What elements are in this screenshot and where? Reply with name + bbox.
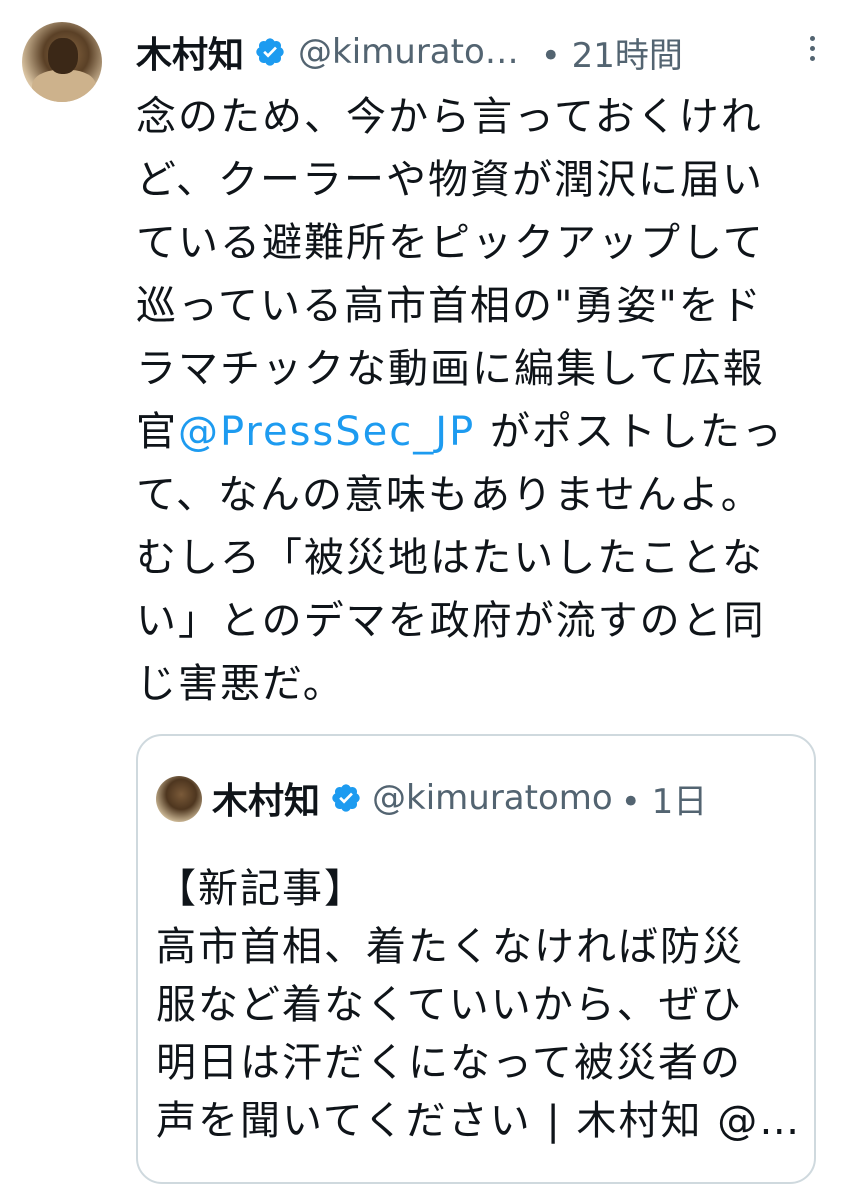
tweet-line-suffix: がポストしたっ [475,409,784,455]
tweet-line-prefix: 官 [136,409,178,455]
tweet-timestamp[interactable]: • 21時間 [541,28,683,77]
quoted-author-avatar[interactable] [156,776,202,822]
quoted-line: 【新記事】 [156,866,366,912]
tweet-line: て、なんの意味もありませんよ。 [136,472,763,518]
verified-badge-icon [256,38,284,66]
tweet-header: 木村知 @kimurato… • 21時間 [136,22,822,82]
quoted-timestamp[interactable]: • 1日 [621,774,708,823]
quoted-tweet-card[interactable]: 木村知 @kimuratomo • 1日 【新記事】 高市首相、着たくなければ防… [136,734,816,1184]
tweet-line: ラマチックな動画に編集して広報 [136,346,765,392]
tweet-line: い」とのデマを政府が流すのと同 [136,598,766,644]
quoted-tweet-body: 【新記事】 高市首相、着たくなければ防災 服など着なくていいから、ぜひ 明日は汗… [156,860,806,1150]
quoted-author-name[interactable]: 木村知 [212,772,320,824]
tweet-line: 念のため、今から言っておくけれ [136,94,763,140]
tweet-line: むしろ「被災地はたいしたことな [136,535,764,581]
quoted-line: 明日は汗だくになって被災者の [156,1040,742,1086]
tweet-body: 念のため、今から言っておくけれ ど、クーラーや物資が潤沢に届い ている避難所をピ… [136,86,826,716]
tweet-line: 巡っている高市首相の"勇姿"をド [136,283,763,329]
quoted-author-handle[interactable]: @kimuratomo [372,778,613,818]
author-handle[interactable]: @kimurato… [298,32,519,72]
tweet-line-with-mention: 官@PressSec_JP がポストしたっ [136,401,826,464]
quoted-tweet-header: 木村知 @kimuratomo • 1日 [212,768,796,828]
author-avatar[interactable] [22,22,102,102]
quoted-line: 声を聞いてください | 木村知 @… [156,1098,802,1144]
quoted-line: 高市首相、着たくなければ防災 [156,924,744,970]
tweet-line: ている避難所をピックアップして [136,220,765,266]
verified-badge-icon [332,784,360,812]
tweet-line: じ害悪だ。 [136,661,345,707]
mention-link[interactable]: @PressSec_JP [178,409,475,455]
author-name[interactable]: 木村知 [136,26,244,78]
tweet-line: ど、クーラーや物資が潤沢に届い [136,157,764,203]
more-vertical-icon[interactable] [802,36,822,66]
quoted-line: 服など着なくていいから、ぜひ [156,982,743,1028]
